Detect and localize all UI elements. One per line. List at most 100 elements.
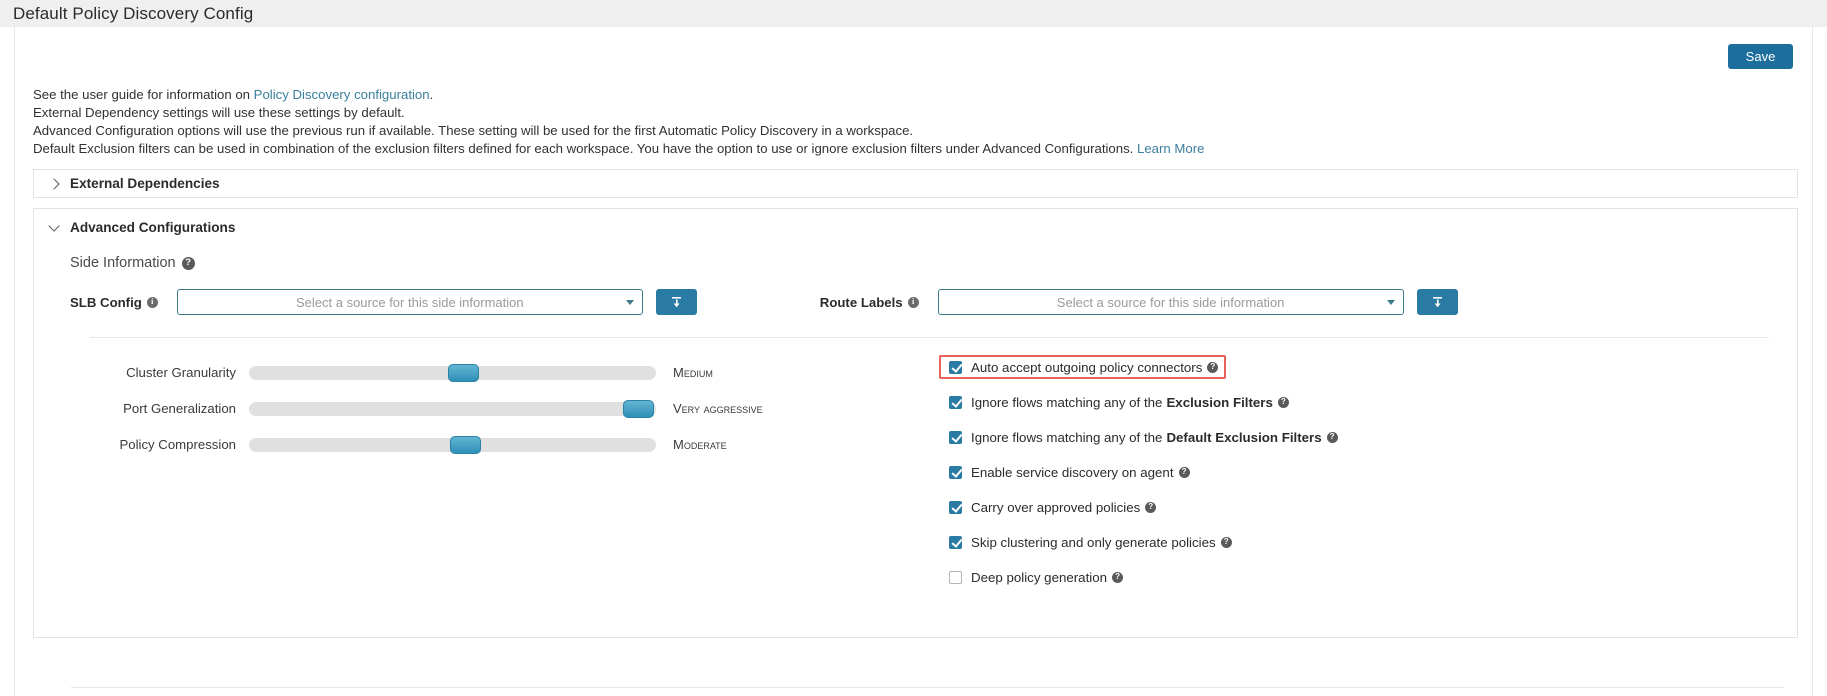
description-line-1: See the user guide for information on Po…: [33, 86, 1812, 104]
checkbox-label: Enable service discovery on agent ?: [971, 465, 1190, 480]
checkbox-row-deep-policy-generation[interactable]: Deep policy generation ?: [939, 565, 1131, 589]
accordion-advanced-configurations-title: Advanced Configurations: [70, 220, 236, 235]
description-line-4: Default Exclusion filters can be used in…: [33, 140, 1812, 158]
checkbox-label-emphasis: Default Exclusion Filters: [1166, 429, 1322, 445]
chevron-down-icon: [1386, 300, 1395, 305]
checkbox-row-enable-service-discovery-on-agent[interactable]: Enable service discovery on agent ?: [939, 460, 1198, 484]
checkbox-row-ignore-flows-exclusion-filters[interactable]: Ignore flows matching any of the Exclusi…: [939, 390, 1297, 414]
checkbox-label-emphasis: Exclusion Filters: [1166, 394, 1273, 410]
window-titlebar: Default Policy Discovery Config: [0, 0, 1827, 27]
route-labels-upload-button[interactable]: [1416, 289, 1458, 315]
help-icon[interactable]: ?: [1178, 466, 1190, 478]
policy-compression-slider[interactable]: [249, 435, 656, 454]
page-title: Default Policy Discovery Config: [13, 3, 254, 23]
checkbox-label-text: Skip clustering and only generate polici…: [971, 534, 1216, 550]
route-labels-source-select[interactable]: Select a source for this side informatio…: [937, 289, 1404, 315]
slider-row-policy-compression: Policy Compression Moderate: [34, 427, 934, 462]
help-icon[interactable]: ?: [1145, 501, 1157, 513]
slb-config-upload-button[interactable]: [655, 289, 697, 315]
checkbox-label: Carry over approved policies ?: [971, 499, 1157, 515]
route-labels-label-text: Route Labels: [819, 294, 903, 310]
accordion-external-dependencies-header[interactable]: External Dependencies: [34, 169, 220, 198]
help-icon[interactable]: ?: [181, 256, 195, 270]
checkbox-row-ignore-flows-default-exclusion-filters[interactable]: Ignore flows matching any of the Default…: [939, 425, 1346, 449]
checkbox-row-skip-clustering-and-only-generate-policies[interactable]: Skip clustering and only generate polici…: [939, 530, 1240, 554]
checkbox-label: Ignore flows matching any of the Exclusi…: [971, 395, 1289, 410]
save-button[interactable]: Save: [1728, 44, 1793, 69]
chevron-down-icon: [48, 221, 62, 235]
advanced-options-columns: Cluster Granularity Medium Port Generali…: [34, 338, 1797, 600]
checkbox-label-text: Carry over approved policies: [971, 499, 1141, 515]
slider-thumb[interactable]: [448, 363, 480, 382]
description-line-1-post: .: [429, 87, 434, 102]
port-generalization-slider[interactable]: [249, 399, 656, 418]
checkbox-row-carry-over-approved-policies[interactable]: Carry over approved policies ?: [939, 495, 1164, 519]
checkbox-deep-policy-generation[interactable]: [949, 570, 962, 584]
description-line-4-pre: Default Exclusion filters can be used in…: [33, 141, 1138, 156]
checkbox-carry-over-approved-policies[interactable]: [949, 500, 962, 514]
policy-compression-value: Moderate: [673, 437, 727, 452]
checkbox-auto-accept-outgoing-policy-connectors[interactable]: [949, 360, 962, 374]
help-icon[interactable]: ?: [1207, 361, 1219, 373]
cluster-granularity-value: Medium: [673, 365, 713, 380]
page-content: Save See the user guide for information …: [14, 27, 1813, 696]
checkbox-label-text: Ignore flows matching any of the: [971, 394, 1163, 410]
slider-row-port-generalization: Port Generalization Very Aggressive: [34, 391, 934, 426]
help-icon[interactable]: ?: [1277, 396, 1289, 408]
checkbox-column: Auto accept outgoing policy connectors ?…: [934, 355, 1797, 600]
description-line-3: Advanced Configuration options will use …: [33, 123, 914, 138]
route-labels-source-placeholder: Select a source for this side informatio…: [1056, 294, 1285, 310]
cluster-granularity-label: Cluster Granularity: [126, 365, 236, 380]
description-block: See the user guide for information on Po…: [15, 27, 1812, 158]
slb-config-group: SLB Config i Select a source for this si…: [70, 289, 697, 315]
accordion-external-dependencies-title: External Dependencies: [70, 176, 220, 191]
slb-config-label: SLB Config i: [70, 295, 158, 310]
accordion-advanced-configurations-header[interactable]: Advanced Configurations: [34, 213, 1797, 242]
slider-thumb[interactable]: [623, 399, 655, 418]
checkbox-label-text: Auto accept outgoing policy connectors: [971, 359, 1203, 375]
chevron-right-icon: [48, 177, 62, 191]
route-labels-group: Route Labels i Select a source for this …: [820, 289, 1458, 315]
info-icon[interactable]: i: [907, 296, 919, 308]
checkbox-skip-clustering-and-only-generate-policies[interactable]: [949, 535, 962, 549]
checkbox-label-text: Ignore flows matching any of the: [971, 429, 1163, 445]
checkbox-label: Auto accept outgoing policy connectors ?: [971, 359, 1219, 375]
slb-config-source-select[interactable]: Select a source for this side informatio…: [176, 289, 643, 315]
checkbox-ignore-flows-exclusion-filters[interactable]: [949, 395, 962, 409]
accordion-advanced-configurations: Advanced Configurations Side Information…: [33, 208, 1798, 638]
upload-icon: [671, 296, 681, 307]
accordion-external-dependencies[interactable]: External Dependencies: [33, 169, 1798, 198]
description-line-2: External Dependency settings will use th…: [33, 105, 405, 120]
slider-thumb[interactable]: [450, 435, 482, 454]
checkbox-row-auto-accept-outgoing-policy-connectors[interactable]: Auto accept outgoing policy connectors ?: [939, 355, 1227, 379]
checkbox-label: Deep policy generation ?: [971, 569, 1124, 585]
chevron-down-icon: [625, 300, 634, 305]
advanced-configurations-body: Side Information ? SLB Config i Select a…: [34, 255, 1797, 600]
checkbox-label-text: Enable service discovery on agent: [971, 464, 1174, 480]
help-icon[interactable]: ?: [1220, 536, 1232, 548]
slider-row-cluster-granularity: Cluster Granularity Medium: [34, 355, 934, 390]
sliders-column: Cluster Granularity Medium Port Generali…: [34, 355, 934, 600]
checkbox-ignore-flows-default-exclusion-filters[interactable]: [949, 430, 962, 444]
policy-compression-label: Policy Compression: [119, 437, 236, 452]
upload-icon: [1432, 296, 1442, 307]
side-information-sources-row: SLB Config i Select a source for this si…: [34, 289, 1797, 315]
side-information-heading-text: Side Information: [70, 255, 176, 271]
info-icon[interactable]: i: [146, 296, 158, 308]
slb-config-source-placeholder: Select a source for this side informatio…: [295, 294, 524, 310]
help-icon[interactable]: ?: [1326, 431, 1338, 443]
port-generalization-label: Port Generalization: [123, 401, 236, 416]
side-information-heading: Side Information ?: [70, 255, 1797, 271]
bottom-divider: [71, 687, 1784, 688]
checkbox-label: Ignore flows matching any of the Default…: [971, 430, 1338, 445]
policy-discovery-configuration-link[interactable]: Policy Discovery configuration: [254, 87, 430, 102]
description-line-1-pre: See the user guide for information on: [33, 87, 254, 102]
help-icon[interactable]: ?: [1112, 571, 1124, 583]
checkbox-enable-service-discovery-on-agent[interactable]: [949, 465, 962, 479]
slb-config-label-text: SLB Config: [70, 294, 142, 310]
learn-more-link[interactable]: Learn More: [1137, 141, 1204, 156]
cluster-granularity-slider[interactable]: [249, 363, 656, 382]
port-generalization-value: Very Aggressive: [673, 401, 763, 416]
checkbox-label-text: Deep policy generation: [971, 569, 1108, 585]
checkbox-label: Skip clustering and only generate polici…: [971, 535, 1232, 550]
